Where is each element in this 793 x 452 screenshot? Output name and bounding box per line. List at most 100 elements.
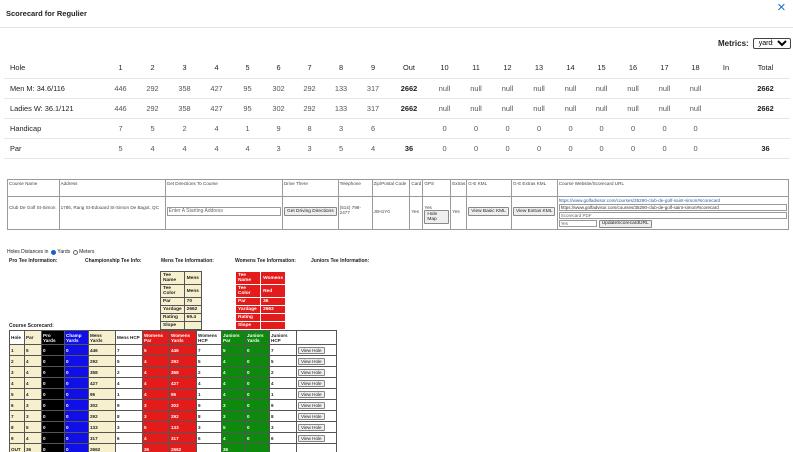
update-scorecard-url-button[interactable]: UpdateScorecardURL <box>598 220 652 228</box>
tee-field-value: 70 <box>183 297 202 306</box>
hdr-address: Address <box>58 179 166 197</box>
scorecard-cell: null <box>429 78 460 99</box>
course-scorecard-cell: 3 <box>9 366 25 378</box>
course-scorecard-cell: 0 <box>41 366 65 378</box>
view-hole-button[interactable]: View Hole <box>298 423 325 431</box>
course-scorecard-cell: 3 <box>142 410 170 422</box>
hole-distances-units: Holes Distances in Yards Meters <box>7 249 94 255</box>
tee-field-value: 2662 <box>260 305 286 314</box>
scorecard-cell: null <box>460 78 492 99</box>
course-scorecard-cell: 5 <box>115 355 143 367</box>
view-hole-cell: View Hole <box>296 377 337 389</box>
scorecard-cell: 2662 <box>389 78 429 99</box>
tee-field-label: Slope <box>234 321 262 330</box>
tee-field-value <box>260 313 286 322</box>
view-hole-button[interactable]: View Hole <box>298 379 325 387</box>
course-scorecard-row: 1 5 0 0 446 7 5 446 7 5 0 7 View Hole <box>9 344 337 356</box>
tee-row: Par 70 <box>160 297 202 306</box>
close-icon[interactable]: × <box>777 0 786 16</box>
view-hole-button[interactable]: View Hole <box>298 346 325 354</box>
scorecard-cell: null <box>523 98 555 119</box>
scorecard-cell: 4 <box>201 118 232 139</box>
scorecard-cell: null <box>460 98 492 119</box>
hole-map-button[interactable]: Hole Map <box>424 210 450 224</box>
meters-radio[interactable] <box>73 249 79 255</box>
hdr-drive-there: Drive There <box>281 179 339 197</box>
scorecard-cell: null <box>680 98 711 119</box>
view-hole-button[interactable]: View Hole <box>298 412 325 420</box>
starting-address-input[interactable]: Enter A Starting Address <box>166 207 281 216</box>
scorecard-header-cell: 14 <box>555 58 586 79</box>
scorecard-cell: 36 <box>741 138 790 159</box>
womens-tee-table: Tee Name Womens Tee Color Red Par 36 Yardage 26… <box>234 271 286 330</box>
modal-title: Scorecard for Regulier <box>6 9 87 18</box>
juniors-tee-info-label: Juniors Tee Information: <box>311 258 370 264</box>
yards-radio[interactable] <box>51 249 57 255</box>
scorecard-cell: null <box>429 98 460 119</box>
course-scorecard-out-cell: OUT <box>9 443 25 452</box>
scorecard-yes-input[interactable]: Yes <box>558 220 597 227</box>
course-scorecard-cell: 5 <box>196 355 222 367</box>
view-hole-button[interactable]: View Hole <box>298 357 325 365</box>
tee-field-value: Womens <box>260 271 286 285</box>
hdr-zip: Zip/Postal Code <box>371 179 411 197</box>
course-scorecard-cell: 4 <box>142 432 170 444</box>
course-scorecard-cell: 2 <box>115 366 143 378</box>
course-scorecard-cell: 292 <box>169 355 197 367</box>
course-scorecard-cell: 0 <box>245 355 270 367</box>
course-scorecard-cell: 3 <box>24 410 42 422</box>
course-info-header-row: Course Name Address Get Directions To Co… <box>7 179 790 197</box>
scorecard-cell: 446 <box>104 78 137 99</box>
course-scorecard-out-cell <box>296 443 337 452</box>
scorecard-cell: 5 <box>325 138 357 159</box>
course-scorecard-cell: 5 <box>24 344 42 356</box>
course-scorecard-cell: 2 <box>196 366 222 378</box>
get-driving-directions-button[interactable]: Get Driving Directions <box>283 207 337 216</box>
scorecard-cell: 0 <box>523 138 555 159</box>
course-scorecard-out-cell <box>269 443 297 452</box>
course-scorecard-cell: 4 <box>24 377 42 389</box>
view-hole-button[interactable]: View Hole <box>298 390 325 398</box>
course-scorecard-cell: 4 <box>24 355 42 367</box>
scorecard-header-cell: 6 <box>263 58 294 79</box>
scorecard-cell: 0 <box>555 138 586 159</box>
tee-field-value <box>183 321 202 330</box>
course-name-value: Club De Golf St-Simon <box>7 196 60 230</box>
scorecard-cell <box>711 138 741 159</box>
view-hole-button[interactable]: View Hole <box>298 434 325 442</box>
scorecard-cell: null <box>555 98 586 119</box>
tee-row: Rating 69.4 <box>160 313 202 322</box>
course-scorecard-cell: 7 <box>9 410 25 422</box>
course-scorecard-cell: 9 <box>9 432 25 444</box>
view-hole-button[interactable]: View Hole <box>298 401 325 409</box>
course-scorecard-cell: 3 <box>221 399 246 411</box>
course-scorecard-cell: 4 <box>269 377 297 389</box>
course-scorecard-cell: 0 <box>245 344 270 356</box>
course-scorecard-cell: 0 <box>64 432 89 444</box>
view-hole-cell: View Hole <box>296 355 337 367</box>
course-scorecard-cell: 0 <box>64 366 89 378</box>
scorecard-url-input[interactable]: https://www.golfadvisor.com/courses/3529… <box>558 204 787 211</box>
metrics-control: Metrics: yards <box>718 38 791 49</box>
course-scorecard-cell: 8 <box>115 410 143 422</box>
view-basic-kml-button[interactable]: View Basic KML <box>468 207 509 216</box>
scorecard-url-link[interactable]: https://www.golfadvisor.com/courses/3529… <box>559 198 787 203</box>
course-scorecard-cell: 0 <box>245 366 270 378</box>
scorecard-header-row: Hole 1 2 3 4 5 6 7 8 9 Out 10 11 12 13 14 15 16 17 18 In Tota… <box>4 58 790 79</box>
pro-tee-info-label: Pro Tee Information: <box>9 258 58 264</box>
course-scorecard-row: 6 3 0 0 302 9 3 302 9 3 0 9 View Hole <box>9 399 337 411</box>
view-extras-kml-button[interactable]: View Extras KML <box>512 207 556 216</box>
view-hole-button[interactable]: View Hole <box>298 368 325 376</box>
course-info-table: Course Name Address Get Directions To Co… <box>7 179 790 230</box>
scorecard-cell <box>711 98 741 119</box>
zip-value: J0H1Y0 <box>371 196 411 230</box>
scorecard-pdf-input[interactable]: Scorecard PDF <box>558 212 787 219</box>
course-scorecard-cell: 446 <box>88 344 116 356</box>
scorecard-cell: 427 <box>201 98 232 119</box>
course-scorecard-header-cell: Mens Yards <box>88 330 116 345</box>
scorecard-cell: 0 <box>680 118 711 139</box>
metrics-select[interactable]: yards <box>752 38 791 49</box>
address-value: 1786, Rang St-Edouard St-Simon De Bagot,… <box>58 196 166 230</box>
course-scorecard-cell: 302 <box>88 399 116 411</box>
tee-row: Tee Color Red <box>234 284 286 298</box>
